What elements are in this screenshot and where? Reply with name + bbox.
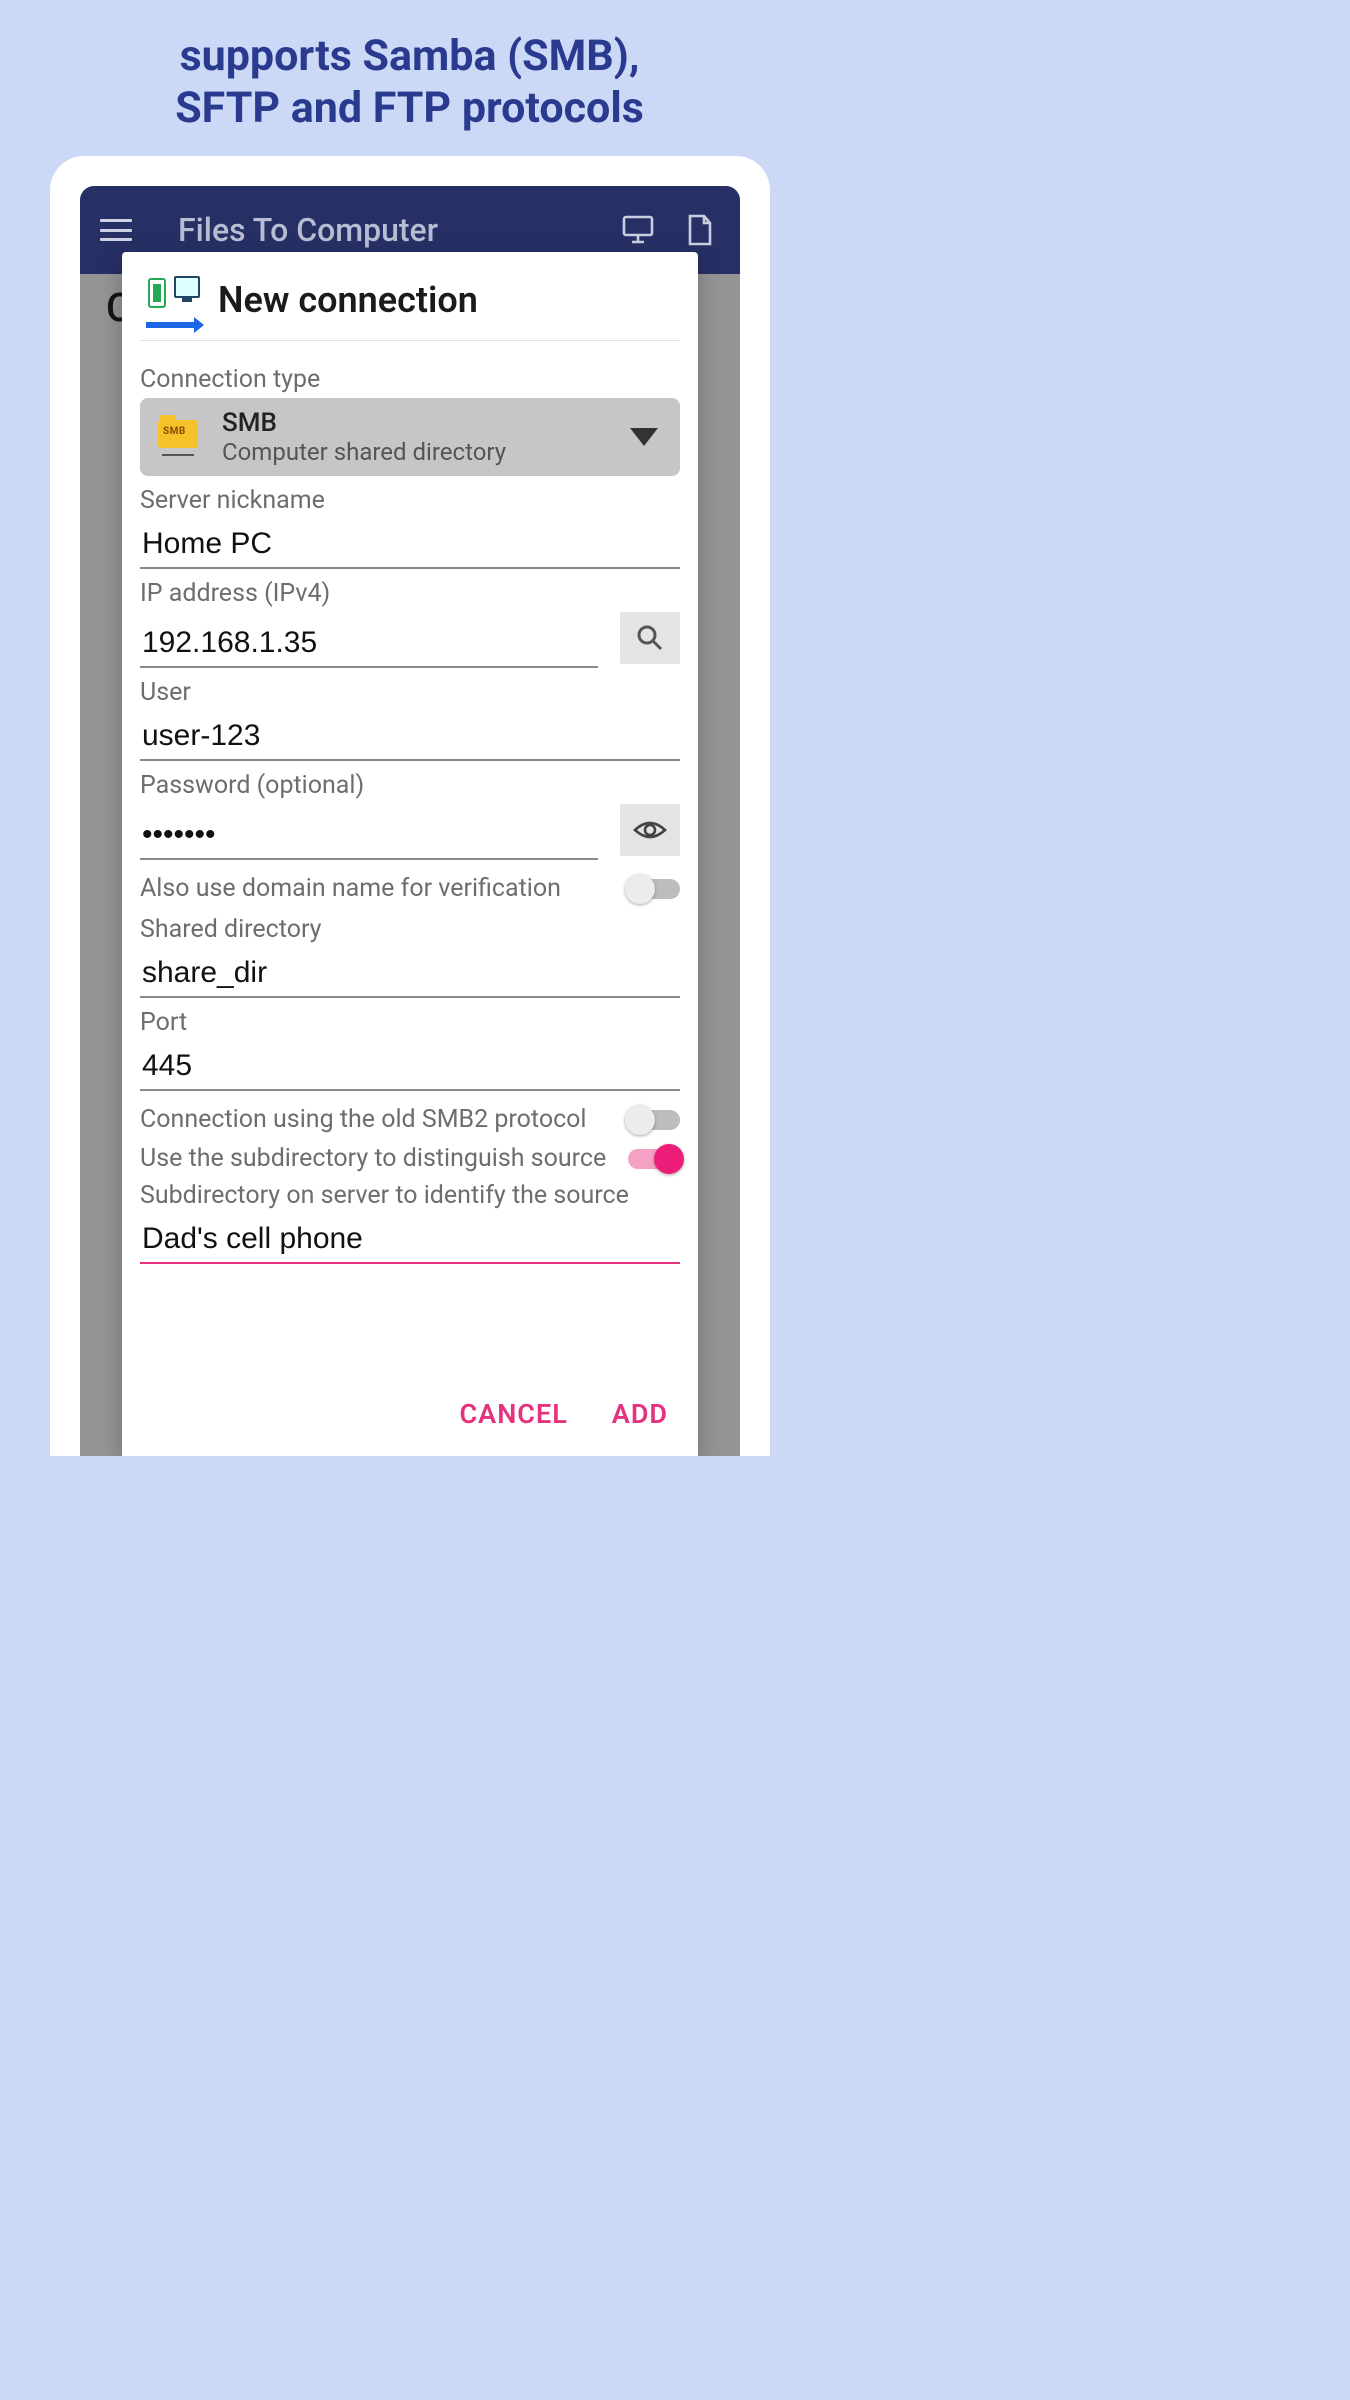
smb2-toggle[interactable]	[628, 1110, 680, 1130]
domain-toggle[interactable]	[628, 879, 680, 899]
ip-label: IP address (IPv4)	[140, 579, 680, 608]
port-input[interactable]	[140, 1041, 680, 1091]
computer-icon[interactable]	[620, 212, 656, 248]
dropdown-selected-subtitle: Computer shared directory	[222, 438, 630, 466]
dialog-header: New connection	[122, 252, 698, 340]
new-connection-dialog: New connection Connection type SMB SMB C…	[122, 252, 698, 1456]
dialog-actions: CANCEL ADD	[122, 1376, 698, 1456]
subdir-input[interactable]	[140, 1214, 680, 1264]
dialog-body: Connection type SMB SMB Computer shared …	[122, 341, 698, 1376]
smb-folder-icon: SMB	[156, 418, 200, 456]
connection-type-label: Connection type	[140, 365, 680, 394]
ip-input[interactable]	[140, 618, 598, 668]
device-frame: Files To Computer C	[50, 156, 770, 1456]
toggle-password-visibility-button[interactable]	[620, 804, 680, 856]
shared-dir-label: Shared directory	[140, 915, 680, 944]
menu-icon[interactable]	[100, 219, 132, 241]
dropdown-texts: SMB Computer shared directory	[222, 408, 630, 466]
chevron-down-icon	[630, 428, 658, 446]
promo-line-2: SFTP and FTP protocols	[0, 82, 819, 134]
connection-icon	[144, 276, 200, 324]
cancel-button[interactable]: CANCEL	[460, 1398, 568, 1430]
password-label: Password (optional)	[140, 771, 680, 800]
dropdown-selected-title: SMB	[222, 408, 630, 438]
nickname-input[interactable]	[140, 519, 680, 569]
promo-headline: supports Samba (SMB), SFTP and FTP proto…	[0, 0, 819, 135]
user-input[interactable]	[140, 711, 680, 761]
password-input[interactable]	[140, 810, 598, 860]
subdir-toggle-row: Use the subdirectory to distinguish sour…	[140, 1144, 680, 1173]
smb2-toggle-label: Connection using the old SMB2 protocol	[140, 1105, 628, 1134]
user-label: User	[140, 678, 680, 707]
domain-toggle-label: Also use domain name for verification	[140, 874, 628, 903]
connection-type-dropdown[interactable]: SMB SMB Computer shared directory	[140, 398, 680, 476]
smb2-toggle-row: Connection using the old SMB2 protocol	[140, 1105, 680, 1134]
add-button[interactable]: ADD	[612, 1398, 668, 1430]
search-ip-button[interactable]	[620, 612, 680, 664]
subdir-toggle[interactable]	[628, 1149, 680, 1169]
subdir-field-label: Subdirectory on server to identify the s…	[140, 1181, 680, 1210]
search-icon	[635, 623, 665, 653]
dialog-title: New connection	[218, 279, 478, 321]
nickname-label: Server nickname	[140, 486, 680, 515]
port-label: Port	[140, 1008, 680, 1037]
shared-dir-input[interactable]	[140, 948, 680, 998]
domain-toggle-row: Also use domain name for verification	[140, 874, 680, 903]
subdir-toggle-label: Use the subdirectory to distinguish sour…	[140, 1144, 628, 1173]
file-icon[interactable]	[682, 212, 718, 248]
eye-icon	[633, 818, 667, 842]
promo-line-1: supports Samba (SMB),	[0, 30, 819, 82]
app-shell: Files To Computer C	[80, 186, 740, 1456]
app-title: Files To Computer	[178, 211, 594, 249]
